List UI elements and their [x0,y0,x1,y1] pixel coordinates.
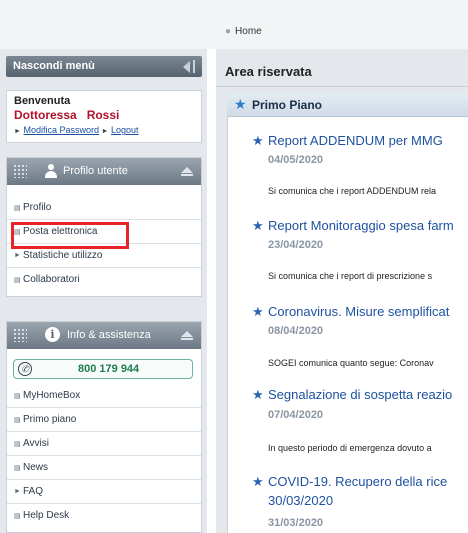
menu-item-label: Primo piano [23,414,77,425]
primo-piano-header: ★ Primo Piano [227,93,468,117]
menu-item-label: News [23,462,49,473]
menu-item-label: FAQ [23,486,44,497]
news-excerpt: Si comunica che i report di prescrizione… [268,271,433,281]
link-icon: ▤ [14,277,21,284]
menu-item-label: MyHomeBox [23,390,81,401]
change-password-link[interactable]: Modifica Password [23,125,99,135]
news-title[interactable]: Report Monitoraggio spesa farm [268,218,454,233]
hide-menu-button[interactable]: Nascondi menù [6,56,202,77]
news-item[interactable]: ★ Coronavirus. Misure semplificat 08/04/… [252,304,468,370]
news-excerpt: In questo periodo di emergenza dovuto a [268,443,432,453]
info-panel-header[interactable]: i Info & assistenza [7,322,201,349]
news-date: 08/04/2020 [268,325,324,337]
info-panel: i Info & assistenza ✆ 800 179 944 ▤ MyHo… [6,321,202,533]
user-surname: Rossi [86,108,120,122]
menu-item-news[interactable]: ▤ News [7,456,201,480]
logout-link[interactable]: Logout [111,125,139,135]
breadcrumb[interactable]: ● Home [225,26,262,37]
user-title: Dottoressa [14,108,77,122]
star-icon: ★ [234,96,247,112]
news-item[interactable]: ★ Report Monitoraggio spesa farm 23/04/2… [252,218,468,284]
highlight-box [11,222,129,249]
news-excerpt: SOGEI comunica quanto segue: Coronav [268,358,434,368]
bullet-icon: ● [225,26,232,37]
link-icon: ▤ [14,205,21,212]
menu-item-primo-piano[interactable]: ▤ Primo piano [7,408,201,432]
welcome-box: Benvenuta Dottoressa Rossi ► Modifica Pas… [6,90,202,143]
news-title[interactable]: Segnalazione di sospetta reazio [268,387,452,402]
menu-item-label: Help Desk [23,510,70,521]
news-excerpt: Si comunica che i report ADDENDUM rela [268,186,437,196]
phone-row: ✆ 800 179 944 [7,349,201,387]
news-title[interactable]: Coronavirus. Misure semplificat [268,304,449,319]
menu-item-collaboratori[interactable]: ▤ Collaboratori [7,268,201,292]
collapse-left-icon [182,60,195,73]
news-title[interactable]: Report ADDENDUM per MMG [268,133,443,148]
top-bar [0,0,468,49]
menu-item-faq[interactable]: ► FAQ [7,480,201,504]
star-icon: ★ [252,218,264,233]
menu-item-label: Statistiche utilizzo [23,250,103,261]
account-links: ► Modifica Password ► Logout [14,125,194,135]
profile-panel-header[interactable]: Profilo utente [7,158,201,185]
drag-handle-icon[interactable] [13,164,27,178]
collapse-up-icon[interactable] [181,331,193,341]
arrow-right-icon: ► [14,488,21,495]
divider [216,86,468,87]
news-title-line2[interactable]: 30/03/2020 [268,493,333,508]
news-date: 23/04/2020 [268,239,324,251]
phone-box[interactable]: ✆ 800 179 944 [13,359,193,379]
news-item[interactable]: ★ Report ADDENDUM per MMG 04/05/2020 Si … [252,133,468,199]
menu-item-label: Collaboratori [23,274,80,285]
link-icon: ▤ [14,417,21,424]
menu-item-help-desk[interactable]: ▤ Help Desk [7,504,201,528]
menu-item-label: Profilo [23,202,52,213]
news-title[interactable]: COVID-19. Recupero della rice [268,474,447,489]
section-title: Primo Piano [252,98,323,112]
breadcrumb-home[interactable]: Home [235,26,262,37]
link-icon: ▤ [14,393,21,400]
collapse-up-icon[interactable] [181,167,193,177]
star-icon: ★ [252,387,264,402]
info-icon: i [45,327,60,342]
news-date: 31/03/2020 [268,517,324,529]
news-item[interactable]: ★ COVID-19. Recupero della rice 30/03/20… [252,474,468,533]
menu-item-avvisi[interactable]: ▤ Avvisi [7,432,201,456]
star-icon: ★ [252,304,264,319]
menu-item-myhomebox[interactable]: ▤ MyHomeBox [7,384,201,408]
user-name: Dottoressa Rossi [14,108,194,122]
news-date: 07/04/2020 [268,409,324,421]
phone-number: 800 179 944 [78,363,140,375]
arrow-right-icon: ► [14,252,21,259]
menu-item-profilo[interactable]: ▤ Profilo [7,196,201,220]
star-icon: ★ [252,474,264,489]
profile-panel-title: Profilo utente [63,165,128,177]
user-icon [45,164,57,178]
news-item[interactable]: ★ Segnalazione di sospetta reazio 07/04/… [252,387,468,453]
menu-item-label: Avvisi [23,438,49,449]
drag-handle-icon[interactable] [13,328,27,342]
arrow-right-icon: ► [101,128,109,135]
page-title: Area riservata [225,64,312,79]
news-date: 04/05/2020 [268,154,324,166]
link-icon: ▤ [14,513,21,520]
phone-icon: ✆ [18,362,32,376]
star-icon: ★ [252,133,264,148]
link-icon: ▤ [14,465,21,472]
arrow-right-icon: ► [14,128,21,135]
greeting: Benvenuta [14,95,71,107]
hide-menu-label: Nascondi menù [13,60,95,72]
info-panel-title: Info & assistenza [67,329,151,341]
link-icon: ▤ [14,441,21,448]
